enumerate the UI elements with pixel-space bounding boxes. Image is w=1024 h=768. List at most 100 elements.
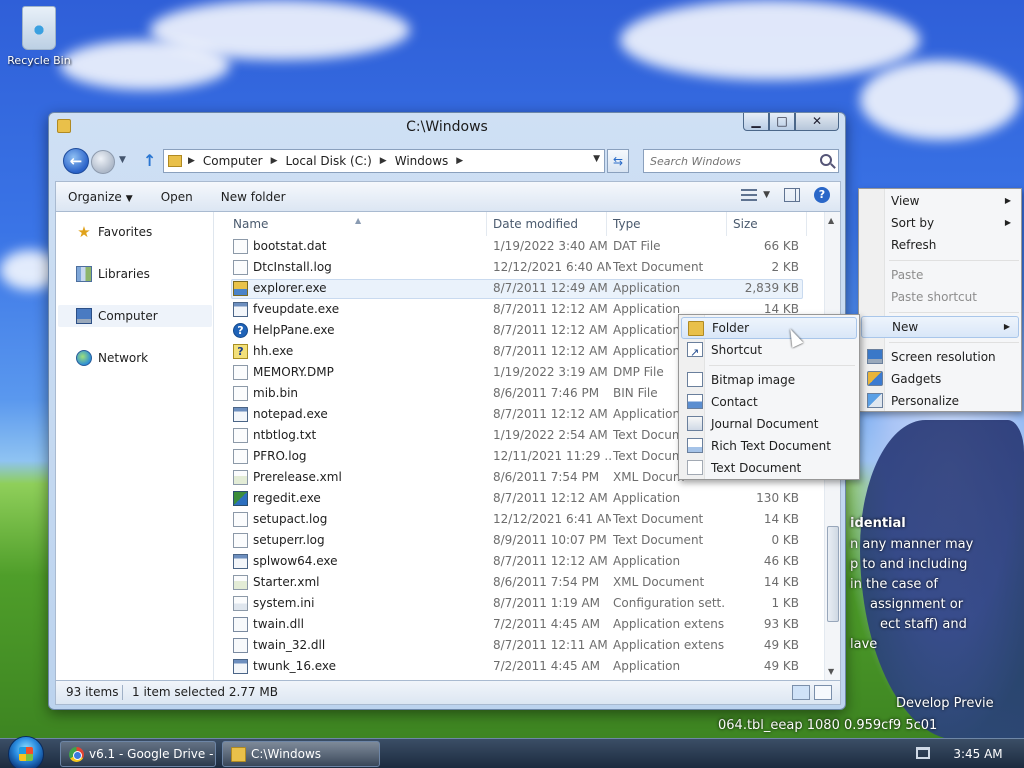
file-name: setuperr.log bbox=[253, 533, 325, 547]
recent-pages-dropdown[interactable]: ▼ bbox=[119, 155, 126, 165]
nav-libraries[interactable]: Libraries bbox=[76, 266, 150, 282]
menu-item-personalize[interactable]: Personalize bbox=[861, 390, 1019, 412]
breadcrumb-windows[interactable]: Windows bbox=[395, 154, 449, 168]
wallpaper-cloud bbox=[60, 40, 230, 90]
menu-item-view[interactable]: View ▶ bbox=[861, 190, 1019, 212]
menu-separator bbox=[889, 342, 1019, 343]
file-row[interactable]: twunk_16.exe 7/2/2011 4:45 AM Application 4… bbox=[215, 656, 825, 677]
scrollbar-thumb[interactable] bbox=[827, 526, 839, 622]
address-dropdown[interactable]: ▼ bbox=[593, 154, 600, 164]
menu-item-new-rtf[interactable]: Rich Text Document bbox=[681, 435, 857, 457]
menu-item-new-contact[interactable]: Contact bbox=[681, 391, 857, 413]
chevron-right-icon[interactable]: ▶ bbox=[271, 156, 278, 166]
breadcrumb-computer[interactable]: Computer bbox=[203, 154, 263, 168]
file-row[interactable]: regedit.exe 8/7/2011 12:12 AM Application 1… bbox=[215, 488, 825, 509]
breadcrumb: ▶ Computer ▶ Local Disk (C:) ▶ Windows ▶ bbox=[188, 154, 471, 168]
file-date: 8/9/2011 10:07 PM bbox=[493, 533, 607, 547]
file-row[interactable]: DtcInstall.log 12/12/2021 6:40 AM Text Doc… bbox=[215, 257, 825, 278]
chevron-right-icon[interactable]: ▶ bbox=[380, 156, 387, 166]
clock[interactable]: 3:45 AM bbox=[940, 739, 1016, 768]
menu-item-new[interactable]: New ▶ bbox=[861, 316, 1019, 338]
start-button[interactable] bbox=[8, 736, 44, 768]
column-header-type[interactable]: Type bbox=[607, 212, 727, 236]
menu-item-new-text[interactable]: Text Document bbox=[681, 457, 857, 479]
file-row[interactable]: twain_32.dll 8/7/2011 12:11 AM Application… bbox=[215, 635, 825, 656]
close-button[interactable]: ✕ bbox=[795, 113, 839, 131]
menu-item-new-folder[interactable]: Folder bbox=[681, 317, 857, 339]
column-header-date[interactable]: Date modified bbox=[487, 212, 607, 236]
menu-item-sort-by[interactable]: Sort by ▶ bbox=[861, 212, 1019, 234]
file-row[interactable]: splwow64.exe 8/7/2011 12:12 AM Application… bbox=[215, 551, 825, 572]
file-date: 7/2/2011 4:45 AM bbox=[493, 617, 601, 631]
scroll-down-icon[interactable]: ▼ bbox=[828, 667, 834, 676]
file-row[interactable]: setupact.log 12/12/2021 6:41 AM Text Docum… bbox=[215, 509, 825, 530]
menu-item-gadgets[interactable]: Gadgets bbox=[861, 368, 1019, 390]
maximize-button[interactable]: □ bbox=[769, 113, 795, 131]
file-name: Starter.xml bbox=[253, 575, 320, 589]
menu-item-new-shortcut[interactable]: Shortcut bbox=[681, 339, 857, 364]
nav-favorites[interactable]: ★ Favorites bbox=[76, 224, 152, 240]
menu-item-refresh[interactable]: Refresh bbox=[861, 234, 1019, 256]
selection-info: 1 item selected 2.77 MB bbox=[132, 685, 278, 699]
up-arrow-icon[interactable]: ↑ bbox=[143, 151, 156, 170]
menu-item-new-journal[interactable]: Journal Document bbox=[681, 413, 857, 435]
help-icon[interactable]: ? bbox=[814, 187, 830, 203]
column-header-name[interactable]: ▲ Name bbox=[215, 212, 487, 236]
scroll-up-icon[interactable]: ▲ bbox=[828, 216, 834, 225]
contact-icon bbox=[687, 394, 703, 409]
window-title: C:\Windows bbox=[406, 119, 488, 135]
file-name: system.ini bbox=[253, 596, 315, 610]
navigation-bar: ← ▼ ↑ ▶ Computer ▶ Local Disk (C:) ▶ Win… bbox=[59, 147, 839, 175]
nav-network[interactable]: Network bbox=[76, 350, 148, 366]
file-row[interactable]: system.ini 8/7/2011 1:19 AM Configuration … bbox=[215, 593, 825, 614]
preview-pane-icon[interactable] bbox=[784, 188, 800, 202]
chevron-right-icon[interactable]: ▶ bbox=[188, 156, 195, 166]
network-tray-icon[interactable] bbox=[916, 747, 930, 759]
search-icon[interactable] bbox=[820, 154, 832, 166]
file-row[interactable]: explorer.exe 8/7/2011 12:49 AM Application… bbox=[215, 278, 825, 299]
file-size: 130 KB bbox=[756, 491, 799, 505]
menu-item-screen-resolution[interactable]: Screen resolution bbox=[861, 346, 1019, 368]
address-bar[interactable]: ▶ Computer ▶ Local Disk (C:) ▶ Windows ▶… bbox=[163, 149, 605, 173]
new-submenu: Folder Shortcut Bitmap image Contact Jou… bbox=[678, 314, 860, 480]
large-icons-view-icon[interactable] bbox=[814, 685, 832, 700]
folder-icon bbox=[168, 155, 182, 167]
file-name: mib.bin bbox=[253, 386, 299, 400]
new-folder-button[interactable]: New folder bbox=[203, 190, 296, 204]
open-button[interactable]: Open bbox=[143, 190, 203, 204]
details-view-icon[interactable] bbox=[792, 685, 810, 700]
menu-item-paste[interactable]: Paste bbox=[861, 264, 1019, 286]
text-doc-icon bbox=[233, 428, 248, 443]
wallpaper-text: Develop Previe bbox=[896, 696, 994, 711]
breadcrumb-local-disk[interactable]: Local Disk (C:) bbox=[286, 154, 372, 168]
taskbar-item-label: v6.1 - Google Drive - ... bbox=[89, 747, 216, 761]
file-name: bootstat.dat bbox=[253, 239, 327, 253]
back-button[interactable]: ← bbox=[63, 148, 89, 174]
file-row[interactable]: Starter.xml 8/6/2011 7:54 PM XML Document 1… bbox=[215, 572, 825, 593]
file-row[interactable]: twain.dll 7/2/2011 4:45 AM Application ext… bbox=[215, 614, 825, 635]
menu-label: Rich Text Document bbox=[711, 439, 831, 453]
search-input[interactable] bbox=[644, 150, 814, 172]
column-header-size[interactable]: Size bbox=[727, 212, 807, 236]
taskbar-item-explorer[interactable]: C:\Windows bbox=[222, 741, 380, 767]
taskbar-item-chrome[interactable]: v6.1 - Google Drive - ... bbox=[60, 741, 216, 767]
file-name: ntbtlog.txt bbox=[253, 428, 317, 442]
forward-button[interactable] bbox=[91, 150, 115, 174]
file-row[interactable]: bootstat.dat 1/19/2022 3:40 AM DAT File 66 … bbox=[215, 236, 825, 257]
menu-item-new-bitmap[interactable]: Bitmap image bbox=[681, 369, 857, 391]
recycle-bin[interactable]: Recycle Bin bbox=[6, 6, 72, 67]
minimize-button[interactable]: ▁ bbox=[743, 113, 769, 131]
file-row[interactable]: setuperr.log 8/9/2011 10:07 PM Text Docume… bbox=[215, 530, 825, 551]
chevron-right-icon[interactable]: ▶ bbox=[456, 156, 463, 166]
search-box[interactable] bbox=[643, 149, 839, 173]
title-bar[interactable]: C:\Windows ▁ □ ✕ bbox=[49, 113, 845, 141]
organize-label: Organize bbox=[68, 189, 122, 204]
refresh-button[interactable]: ⇆ bbox=[607, 149, 629, 173]
change-view-button[interactable]: ▼ bbox=[741, 189, 770, 201]
status-divider bbox=[122, 685, 123, 700]
recycle-bin-label: Recycle Bin bbox=[7, 54, 71, 67]
organize-button[interactable]: Organize ▼ bbox=[56, 190, 143, 204]
nav-computer[interactable]: Computer bbox=[58, 305, 212, 327]
menu-label: Sort by bbox=[891, 216, 935, 230]
menu-item-paste-shortcut[interactable]: Paste shortcut bbox=[861, 286, 1019, 308]
